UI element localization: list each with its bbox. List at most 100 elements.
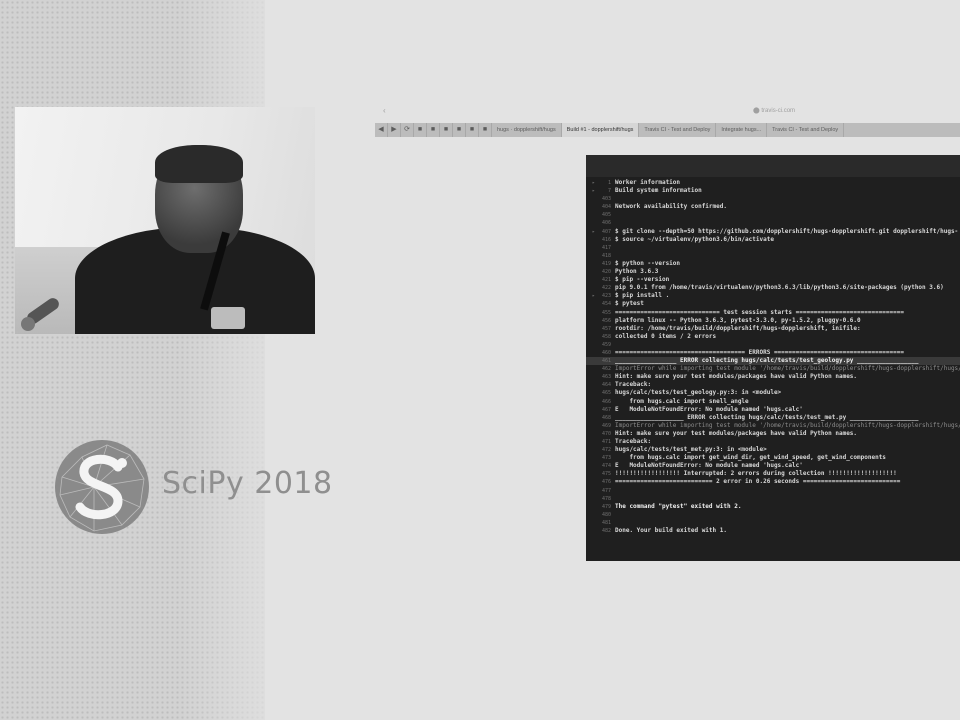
expand-arrow-icon[interactable]: ▸ <box>592 228 595 236</box>
log-line: 480 <box>586 511 960 519</box>
log-line-number[interactable]: 472 <box>597 446 611 454</box>
log-line-number[interactable]: 404 <box>597 203 611 211</box>
browser-tab[interactable]: Travis CI - Test and Deploy <box>639 123 717 137</box>
log-line: ▸ 407 $ git clone --depth=50 https://githu… <box>586 228 960 236</box>
log-line: 479 The command "pytest" exited with 2. <box>586 503 960 511</box>
log-line-number[interactable]: 475 <box>597 470 611 478</box>
log-line-number[interactable]: 473 <box>597 454 611 462</box>
log-line-text: ==================================== ERR… <box>615 348 904 356</box>
browser-url[interactable]: ⬤ travis-ci.com <box>753 107 843 114</box>
toolbar-icon[interactable]: ■ <box>466 123 479 137</box>
scipy-logo-icon <box>55 440 149 534</box>
log-line: 456 platform linux -- Python 3.6.3, pytes… <box>586 317 960 325</box>
log-line-number[interactable]: 403 <box>597 195 611 203</box>
toolbar-icon[interactable]: ■ <box>427 123 440 137</box>
log-line-number[interactable]: 467 <box>597 406 611 414</box>
log-line-text: $ source ~/virtualenv/python3.6/bin/acti… <box>615 235 774 243</box>
log-line-number[interactable]: 468 <box>597 414 611 422</box>
log-line-number[interactable]: 405 <box>597 211 611 219</box>
toolbar-icon[interactable]: ■ <box>440 123 453 137</box>
log-line-number[interactable]: 482 <box>597 527 611 535</box>
log-line-text: Traceback: <box>615 381 652 389</box>
toolbar-icon[interactable]: ■ <box>414 123 427 137</box>
log-line-number[interactable]: 421 <box>597 276 611 284</box>
log-line: 466 from hugs.calc import snell_angle <box>586 398 960 406</box>
log-line-text: !!!!!!!!!!!!!!!!!! Interrupted: 2 errors… <box>615 470 897 478</box>
log-line-number[interactable]: 458 <box>597 333 611 341</box>
log-line-number[interactable]: 423 <box>597 292 611 300</box>
log-line-number[interactable]: 407 <box>597 228 611 236</box>
log-line-number[interactable]: 476 <box>597 478 611 486</box>
browser-tab[interactable]: hugs · dopplershift/hugs <box>492 123 562 137</box>
log-line-number[interactable]: 465 <box>597 389 611 397</box>
log-line: 476 =========================== 2 error i… <box>586 478 960 486</box>
log-line-number[interactable]: 477 <box>597 487 611 495</box>
log-line: 455 ============================= test se… <box>586 309 960 317</box>
expand-arrow-icon[interactable]: ▸ <box>592 179 595 187</box>
log-line-number[interactable]: 464 <box>597 381 611 389</box>
log-line-number[interactable]: 474 <box>597 462 611 470</box>
browser-tab[interactable]: Integrate hugs... <box>716 123 768 137</box>
log-line-number[interactable]: 469 <box>597 422 611 430</box>
log-line-number[interactable]: 416 <box>597 236 611 244</box>
log-line-number[interactable]: 1 <box>597 179 611 187</box>
toolbar-icon[interactable]: ■ <box>453 123 466 137</box>
log-line-number[interactable]: 455 <box>597 309 611 317</box>
log-line: 404 Network availability confirmed. <box>586 203 960 211</box>
log-line-number[interactable]: 420 <box>597 268 611 276</box>
travis-build-log: ▸ 1 Worker information ▸ 7 Build system infor… <box>586 155 960 561</box>
log-line-number[interactable]: 418 <box>597 252 611 260</box>
log-line-number[interactable]: 466 <box>597 398 611 406</box>
log-line-number[interactable]: 463 <box>597 373 611 381</box>
browser-tab-bar: ◀ ▶ ⟳ ■ ■ ■ ■ ■ ■ hugs · dopplershift/hugs Build #… <box>375 123 960 137</box>
log-line: 473 from hugs.calc import get_wind_dir, … <box>586 454 960 462</box>
log-line-text: platform linux -- Python 3.6.3, pytest-3… <box>615 316 861 324</box>
speaker-hair <box>155 145 243 183</box>
expand-arrow-icon[interactable]: ▸ <box>592 187 595 195</box>
browser-back-icon[interactable]: ‹ <box>383 106 386 115</box>
browser-tab[interactable]: Travis CI - Test and Deploy <box>767 123 845 137</box>
log-line-number[interactable]: 456 <box>597 317 611 325</box>
log-line-text: Network availability confirmed. <box>615 203 727 211</box>
log-line-number[interactable]: 7 <box>597 187 611 195</box>
log-line: 461 _________________ ERROR collecting hu… <box>586 357 960 366</box>
log-line-number[interactable]: 406 <box>597 219 611 227</box>
log-line: 469 ImportError while importing test modu… <box>586 422 960 430</box>
log-line-number[interactable]: 462 <box>597 365 611 373</box>
log-line: 471 Traceback: <box>586 438 960 446</box>
log-line: 416 $ source ~/virtualenv/python3.6/bin/a… <box>586 236 960 244</box>
log-line-number[interactable]: 461 <box>597 357 611 365</box>
log-line-text: ImportError while importing test module … <box>615 421 960 429</box>
toolbar-icon[interactable]: ◀ <box>375 123 388 137</box>
toolbar-icon[interactable]: ■ <box>479 123 492 137</box>
log-line: 454 $ pytest <box>586 300 960 308</box>
expand-arrow-icon[interactable]: ▸ <box>592 292 595 300</box>
log-line: 477 <box>586 487 960 495</box>
log-line-number[interactable]: 478 <box>597 495 611 503</box>
log-line: 460 ==================================== … <box>586 349 960 357</box>
log-line-number[interactable]: 457 <box>597 325 611 333</box>
log-line-number[interactable]: 419 <box>597 260 611 268</box>
log-line-number[interactable]: 471 <box>597 438 611 446</box>
log-line-number[interactable]: 459 <box>597 341 611 349</box>
log-line-number[interactable]: 417 <box>597 244 611 252</box>
log-line-number[interactable]: 460 <box>597 349 611 357</box>
log-line-text: E ModuleNotFoundError: No module named '… <box>615 462 803 470</box>
log-line-text: Hint: make sure your test modules/packag… <box>615 429 858 437</box>
log-line: 478 <box>586 495 960 503</box>
log-line-number[interactable]: 481 <box>597 519 611 527</box>
browser-tab[interactable]: Build #1 - dopplershift/hugs <box>561 123 640 137</box>
log-line-number[interactable]: 422 <box>597 284 611 292</box>
toolbar-icon[interactable]: ▶ <box>388 123 401 137</box>
log-line: 422 pip 9.0.1 from /home/travis/virtualen… <box>586 284 960 292</box>
log-line: 467 E ModuleNotFoundError: No module name… <box>586 406 960 414</box>
log-line-number[interactable]: 480 <box>597 511 611 519</box>
log-line-number[interactable]: 454 <box>597 300 611 308</box>
log-line: 417 <box>586 244 960 252</box>
log-line: 462 ImportError while importing test modu… <box>586 365 960 373</box>
browser-toolbar: ‹ ⬤ travis-ci.com <box>375 103 960 119</box>
log-line-number[interactable]: 479 <box>597 503 611 511</box>
toolbar-icon[interactable]: ⟳ <box>401 123 414 137</box>
log-line-text: rootdir: /home/travis/build/dopplershift… <box>615 324 861 332</box>
log-line-number[interactable]: 470 <box>597 430 611 438</box>
